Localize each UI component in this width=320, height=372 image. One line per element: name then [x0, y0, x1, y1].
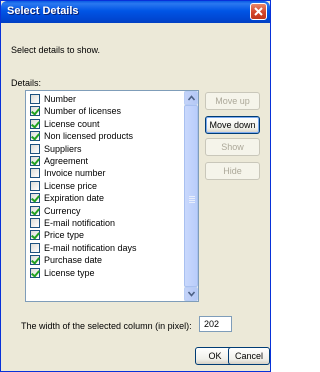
chevron-up-icon [188, 95, 195, 101]
move-up-button[interactable]: Move up [205, 92, 260, 110]
details-listbox[interactable]: Number Number of licenses License count Non… [25, 90, 199, 302]
column-width-input[interactable] [199, 316, 232, 332]
list-item-label: Agreement [44, 156, 89, 166]
list-item-label: Expiration date [44, 193, 105, 204]
checkbox[interactable] [30, 106, 40, 117]
list-item[interactable]: Non licensed products [30, 130, 180, 143]
list-item[interactable]: Purchase date [30, 254, 180, 267]
list-item[interactable]: Invoice number [30, 167, 180, 180]
list-item[interactable]: Agreement [30, 155, 180, 168]
list-item-label: E-mail notification [44, 218, 116, 228]
details-label: Details: [11, 78, 42, 88]
checkbox[interactable] [30, 218, 40, 228]
list-item-label: Purchase date [44, 255, 103, 266]
close-button[interactable] [250, 3, 267, 20]
list-item-label: Non licensed products [44, 131, 134, 142]
checkbox[interactable] [30, 267, 40, 278]
move-down-button[interactable]: Move down [205, 116, 260, 134]
list-item[interactable]: License type [30, 267, 180, 280]
list-item-label: License price [44, 180, 98, 191]
scrollbar-thumb[interactable] [184, 105, 198, 287]
scroll-down-button[interactable] [184, 287, 198, 301]
checkbox[interactable] [30, 168, 40, 179]
chevron-down-icon [188, 291, 195, 297]
checkbox[interactable] [30, 242, 40, 253]
list-item-label: Number [44, 94, 77, 104]
list-item-label: Price type [44, 230, 85, 241]
list-item[interactable]: Number of licenses [30, 105, 180, 118]
select-details-dialog: Select Details Select details to show. D… [0, 0, 271, 372]
column-width-label: The width of the selected column (in pix… [21, 321, 192, 331]
close-icon [254, 7, 263, 16]
list-item[interactable]: Expiration date [30, 192, 180, 205]
checkbox[interactable] [30, 230, 40, 241]
list-item[interactable]: E-mail notification [30, 217, 180, 230]
vertical-scrollbar[interactable] [184, 91, 198, 301]
hide-button[interactable]: Hide [205, 162, 260, 180]
list-item-label: Currency [44, 205, 81, 216]
checkbox[interactable] [30, 193, 40, 204]
list-item-label: Suppliers [44, 143, 82, 154]
checkbox[interactable] [30, 131, 40, 142]
list-item[interactable]: License count [30, 118, 180, 131]
list-item-label: E-mail notification days [44, 242, 137, 253]
checkbox[interactable] [30, 255, 40, 266]
title-bar[interactable]: Select Details [1, 1, 270, 23]
list-item-label: License type [44, 267, 95, 278]
list-item-label: Invoice number [44, 168, 106, 179]
dialog-instructions: Select details to show. [11, 45, 101, 55]
checkbox[interactable] [30, 205, 40, 216]
list-item[interactable]: Suppliers [30, 143, 180, 156]
list-item-label: Number of licenses [44, 106, 122, 117]
show-button[interactable]: Show [205, 138, 260, 156]
list-item[interactable]: E-mail notification days [30, 242, 180, 255]
list-item[interactable]: License price [30, 180, 180, 193]
list-item[interactable]: Price type [30, 229, 180, 242]
cancel-button[interactable]: Cancel [228, 347, 270, 365]
scroll-up-button[interactable] [184, 91, 198, 105]
checkbox[interactable] [30, 118, 40, 129]
list-item[interactable]: Number [30, 93, 180, 106]
scrollbar-grip [189, 196, 195, 197]
list-item-label: License count [44, 118, 100, 129]
checkbox[interactable] [30, 143, 40, 154]
checkbox[interactable] [30, 94, 40, 104]
window-title: Select Details [7, 5, 79, 17]
checkbox[interactable] [30, 156, 40, 166]
list-item[interactable]: Currency [30, 205, 180, 218]
checkbox[interactable] [30, 180, 40, 191]
